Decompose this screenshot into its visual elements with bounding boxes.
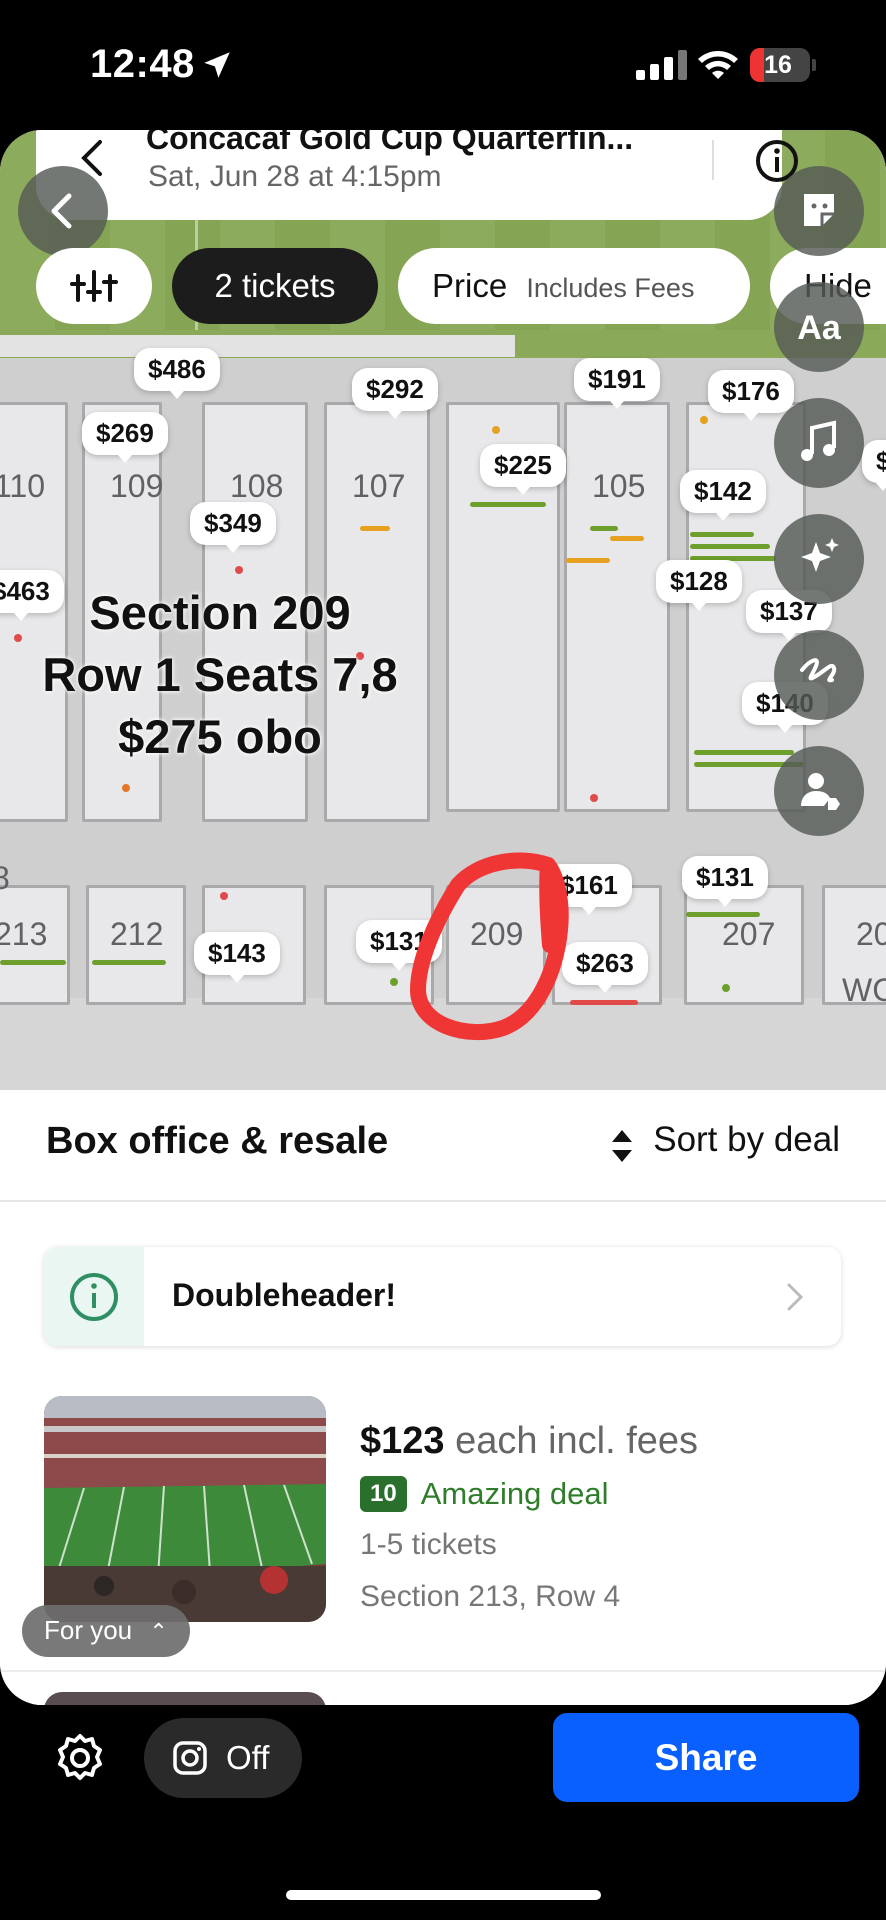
- share-button[interactable]: Share: [553, 1713, 859, 1802]
- section-label: 20: [856, 916, 886, 952]
- sort-by-deal-button[interactable]: Sort by deal: [653, 1120, 840, 1160]
- back-button[interactable]: [18, 166, 108, 256]
- price-pin[interactable]: $131: [682, 856, 768, 907]
- info-icon: [70, 1273, 118, 1321]
- chevron-right-icon: [787, 1283, 804, 1311]
- music-icon: [801, 420, 836, 461]
- price-pin[interactable]: $349: [190, 502, 276, 553]
- status-bar: 12:48 16: [0, 0, 886, 130]
- story-canvas: 110 109 108 107 105 8 213 212 209 207 20…: [0, 130, 886, 1705]
- status-time: 12:48: [90, 42, 195, 86]
- section-label: WC: [842, 972, 886, 1008]
- listing-price: $123 each incl. fees: [360, 1420, 698, 1463]
- listing-photo[interactable]: [44, 1396, 326, 1622]
- for-you-label: For you: [44, 1615, 133, 1645]
- deal-score-badge: 10: [360, 1476, 407, 1512]
- battery-indicator: 16: [750, 48, 816, 82]
- price-filter[interactable]: Price Includes Fees: [398, 248, 750, 324]
- text-tool-button[interactable]: Aa: [774, 282, 864, 372]
- listing-quantity: 1-5 tickets: [360, 1528, 497, 1561]
- section-label: 212: [110, 916, 164, 952]
- listings-header: Box office & resale: [46, 1120, 389, 1162]
- filter-settings-button[interactable]: [36, 248, 152, 324]
- tag-people-icon: [801, 773, 840, 810]
- section-label: 105: [592, 468, 646, 504]
- seat-map[interactable]: 110 109 108 107 105 8 213 212 209 207 20…: [0, 130, 886, 1090]
- sort-arrows-icon[interactable]: [610, 1126, 634, 1166]
- price-pin[interactable]: $486: [134, 348, 220, 399]
- text-icon: Aa: [797, 309, 842, 347]
- listing-price-suffix: each incl. fees: [455, 1420, 699, 1462]
- price-pin[interactable]: $128: [656, 560, 742, 611]
- ticket-count-filter[interactable]: 2 tickets: [172, 248, 378, 324]
- deal-label: Amazing deal: [420, 1476, 609, 1511]
- sparkle-effects-icon: [801, 538, 839, 572]
- story-editor-screen: 12:48 16 110 109 108 107 105 8 213 212 2…: [0, 0, 886, 1920]
- price-pin[interactable]: $143: [194, 932, 280, 983]
- gear-icon[interactable]: [52, 1730, 108, 1786]
- notice-text: Doubleheader!: [172, 1277, 397, 1313]
- draw-button[interactable]: [774, 630, 864, 720]
- price-pin[interactable]: $191: [574, 358, 660, 409]
- sticker-icon: [804, 194, 834, 226]
- chevron-left-icon: [51, 193, 72, 229]
- camera-icon: [173, 1741, 207, 1775]
- section-label: 109: [110, 468, 164, 504]
- section-label: 207: [722, 916, 776, 952]
- price-pin[interactable]: $292: [352, 368, 438, 419]
- ticket-count-label: 2 tickets: [214, 267, 336, 304]
- home-indicator: [286, 1890, 601, 1900]
- section-label: 213: [0, 916, 48, 952]
- section-label: 110: [0, 468, 46, 504]
- svg-text:Aa: Aa: [797, 309, 842, 347]
- sticker-button[interactable]: [774, 166, 864, 256]
- price-pin[interactable]: $269: [82, 412, 168, 463]
- doubleheader-notice[interactable]: Doubleheader!: [44, 1247, 841, 1346]
- music-button[interactable]: [774, 398, 864, 488]
- event-datetime: Sat, Jun 28 at 4:15pm: [148, 160, 442, 193]
- section-label: 107: [352, 468, 406, 504]
- stadium-photo: [44, 1396, 326, 1622]
- overlay-line-section: Section 209: [89, 586, 351, 639]
- draw-icon: [800, 658, 837, 683]
- camera-toggle-label: Off: [226, 1739, 270, 1776]
- event-title: Concacaf Gold Cup Quarterfin...: [146, 130, 634, 156]
- overlay-line-price: $275 obo: [118, 710, 322, 763]
- cellular-signal-icon: [636, 50, 687, 80]
- effects-button[interactable]: [774, 514, 864, 604]
- tag-people-button[interactable]: [774, 746, 864, 836]
- location-arrow-icon: [204, 52, 230, 78]
- event-header: Concacaf Gold Cup Quarterfin... Sat, Jun…: [36, 130, 798, 220]
- price-filter-label: Price: [432, 267, 508, 304]
- for-you-chip[interactable]: For you ⌃: [22, 1605, 190, 1657]
- listing-price-value: $123: [360, 1420, 445, 1462]
- red-circle-drawing[interactable]: [398, 850, 578, 1050]
- price-pin[interactable]: $225: [480, 444, 566, 495]
- price-pin[interactable]: $142: [680, 470, 766, 521]
- deal-rating: 10 Amazing deal: [360, 1476, 609, 1512]
- chevron-up-icon: ⌃: [149, 1619, 168, 1644]
- section-105[interactable]: [564, 402, 670, 812]
- listing-location: Section 213, Row 4: [360, 1580, 621, 1613]
- battery-level: 16: [764, 51, 792, 79]
- price-filter-note: Includes Fees: [526, 273, 695, 303]
- listing-photo[interactable]: [44, 1692, 326, 1705]
- section-label: 108: [230, 468, 284, 504]
- overlay-line-seats: Row 1 Seats 7,8: [42, 648, 398, 701]
- camera-toggle-button[interactable]: Off: [144, 1718, 302, 1798]
- price-pin[interactable]: $: [862, 440, 886, 491]
- wifi-icon: [698, 51, 738, 79]
- section-label: 8: [0, 860, 10, 896]
- sliders-icon: [70, 270, 118, 302]
- story-text-overlay[interactable]: Section 209 Row 1 Seats 7,8 $275 obo: [0, 582, 440, 768]
